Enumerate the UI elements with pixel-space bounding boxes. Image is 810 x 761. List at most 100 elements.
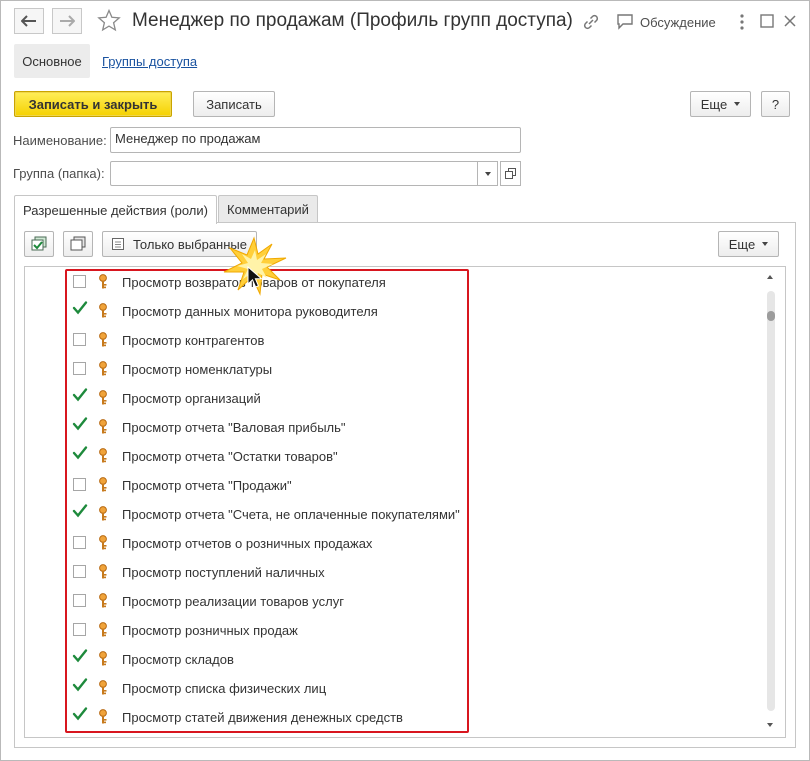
group-field[interactable] bbox=[110, 161, 498, 186]
more-vertical-icon[interactable] bbox=[738, 13, 746, 31]
role-checkbox[interactable] bbox=[72, 417, 88, 433]
save-and-close-button[interactable]: Записать и закрыть bbox=[14, 91, 172, 117]
role-row[interactable]: Просмотр реализации товаров услуг bbox=[25, 587, 765, 616]
role-label: Просмотр статей движения денежных средст… bbox=[122, 710, 403, 725]
back-button[interactable] bbox=[14, 8, 44, 34]
role-row[interactable]: Просмотр розничных продаж bbox=[25, 616, 765, 645]
star-icon[interactable] bbox=[97, 9, 121, 32]
role-key-icon bbox=[98, 564, 108, 583]
role-row[interactable]: Просмотр номенклатуры bbox=[25, 355, 765, 384]
role-checkbox[interactable] bbox=[73, 565, 86, 578]
roles-list[interactable]: Просмотр возвратов товаров от покупателя… bbox=[24, 266, 786, 738]
more-button[interactable]: Еще bbox=[690, 91, 751, 117]
role-label: Просмотр складов bbox=[122, 652, 234, 667]
mouse-cursor-icon bbox=[247, 266, 263, 288]
role-row[interactable]: Просмотр отчета "Продажи" bbox=[25, 471, 765, 500]
role-label: Просмотр номенклатуры bbox=[122, 362, 273, 377]
role-label: Просмотр реализации товаров услуг bbox=[122, 594, 344, 609]
discussion-link[interactable]: Обсуждение bbox=[640, 15, 716, 30]
role-key-icon bbox=[98, 361, 108, 380]
role-row[interactable]: Просмотр поступлений наличных bbox=[25, 558, 765, 587]
role-checkbox[interactable] bbox=[72, 301, 88, 317]
role-key-icon bbox=[98, 390, 108, 409]
role-key-icon bbox=[98, 448, 108, 467]
role-label: Просмотр розничных продаж bbox=[122, 623, 298, 638]
role-checkbox[interactable] bbox=[73, 536, 86, 549]
role-label: Просмотр данных монитора руководителя bbox=[122, 304, 378, 319]
role-checkbox[interactable] bbox=[72, 388, 88, 404]
role-label: Просмотр списка физических лиц bbox=[122, 681, 327, 696]
checkmark-icon bbox=[72, 678, 88, 692]
role-checkbox[interactable] bbox=[72, 678, 88, 694]
role-row[interactable]: Просмотр отчета "Счета, не оплаченные по… bbox=[25, 500, 765, 529]
role-label: Просмотр отчета "Счета, не оплаченные по… bbox=[122, 507, 460, 522]
role-checkbox[interactable] bbox=[73, 362, 86, 375]
tab-roles[interactable]: Разрешенные действия (роли) bbox=[14, 195, 217, 224]
scroll-down-icon[interactable] bbox=[767, 723, 773, 727]
chevron-down-icon bbox=[484, 171, 491, 176]
more-button-label: Еще bbox=[700, 96, 728, 112]
role-key-icon bbox=[98, 419, 108, 438]
role-checkbox[interactable] bbox=[72, 649, 88, 665]
scroll-up-icon[interactable] bbox=[767, 275, 773, 279]
window-title: Менеджер по продажам (Профиль групп дост… bbox=[132, 10, 573, 31]
role-row[interactable]: Просмотр организаций bbox=[25, 384, 765, 413]
name-field[interactable]: Менеджер по продажам bbox=[110, 127, 521, 153]
role-key-icon bbox=[98, 709, 108, 728]
role-row[interactable]: Просмотр списка физических лиц bbox=[25, 674, 765, 703]
section-access-groups-link[interactable]: Группы доступа bbox=[102, 54, 197, 69]
chevron-down-icon bbox=[762, 242, 769, 246]
close-icon[interactable] bbox=[782, 13, 798, 29]
role-key-icon bbox=[98, 622, 108, 641]
checkmark-icon bbox=[72, 301, 88, 315]
checkmark-icon bbox=[72, 388, 88, 402]
help-button[interactable]: ? bbox=[761, 91, 790, 117]
role-key-icon bbox=[98, 651, 108, 670]
group-dropdown-button[interactable] bbox=[477, 161, 498, 186]
checkmark-icon bbox=[72, 649, 88, 663]
role-key-icon bbox=[98, 506, 108, 525]
role-label: Просмотр отчета "Продажи" bbox=[122, 478, 292, 493]
checkmark-icon bbox=[72, 707, 88, 721]
maximize-icon[interactable] bbox=[759, 13, 775, 29]
role-checkbox[interactable] bbox=[73, 594, 86, 607]
check-all-icon bbox=[31, 236, 47, 251]
role-label: Просмотр контрагентов bbox=[122, 333, 265, 348]
check-all-button[interactable] bbox=[24, 231, 54, 257]
role-checkbox[interactable] bbox=[72, 504, 88, 520]
role-checkbox[interactable] bbox=[73, 333, 86, 346]
forward-arrow-icon bbox=[60, 15, 75, 27]
uncheck-all-icon bbox=[70, 236, 86, 251]
role-row[interactable]: Просмотр отчета "Остатки товаров" bbox=[25, 442, 765, 471]
role-key-icon bbox=[98, 274, 108, 293]
role-row[interactable]: Просмотр отчета "Валовая прибыль" bbox=[25, 413, 765, 442]
role-key-icon bbox=[98, 477, 108, 496]
group-open-button[interactable] bbox=[500, 161, 521, 186]
role-label: Просмотр отчета "Остатки товаров" bbox=[122, 449, 338, 464]
role-row[interactable]: Просмотр отчетов о розничных продажах bbox=[25, 529, 765, 558]
role-label: Просмотр отчетов о розничных продажах bbox=[122, 536, 373, 551]
discussion-icon[interactable] bbox=[616, 13, 634, 30]
role-row[interactable]: Просмотр данных монитора руководителя bbox=[25, 297, 765, 326]
scrollbar-track[interactable] bbox=[767, 291, 775, 711]
role-row[interactable]: Просмотр складов bbox=[25, 645, 765, 674]
role-row[interactable]: Просмотр возвратов товаров от покупателя bbox=[25, 268, 765, 297]
role-label: Просмотр организаций bbox=[122, 391, 261, 406]
forward-button[interactable] bbox=[52, 8, 82, 34]
section-main[interactable]: Основное bbox=[14, 44, 90, 78]
role-checkbox[interactable] bbox=[73, 623, 86, 636]
roles-more-button[interactable]: Еще bbox=[718, 231, 779, 257]
checkmark-icon bbox=[72, 446, 88, 460]
scrollbar-thumb[interactable] bbox=[767, 311, 775, 321]
link-icon[interactable] bbox=[581, 12, 601, 32]
role-checkbox[interactable] bbox=[73, 478, 86, 491]
role-checkbox[interactable] bbox=[73, 275, 86, 288]
role-checkbox[interactable] bbox=[72, 707, 88, 723]
role-checkbox[interactable] bbox=[72, 446, 88, 462]
uncheck-all-button[interactable] bbox=[63, 231, 93, 257]
save-button[interactable]: Записать bbox=[193, 91, 275, 117]
role-row[interactable]: Просмотр контрагентов bbox=[25, 326, 765, 355]
role-row[interactable]: Просмотр статей движения денежных средст… bbox=[25, 703, 765, 732]
roles-more-label: Еще bbox=[728, 236, 756, 252]
tab-comment[interactable]: Комментарий bbox=[218, 195, 318, 223]
